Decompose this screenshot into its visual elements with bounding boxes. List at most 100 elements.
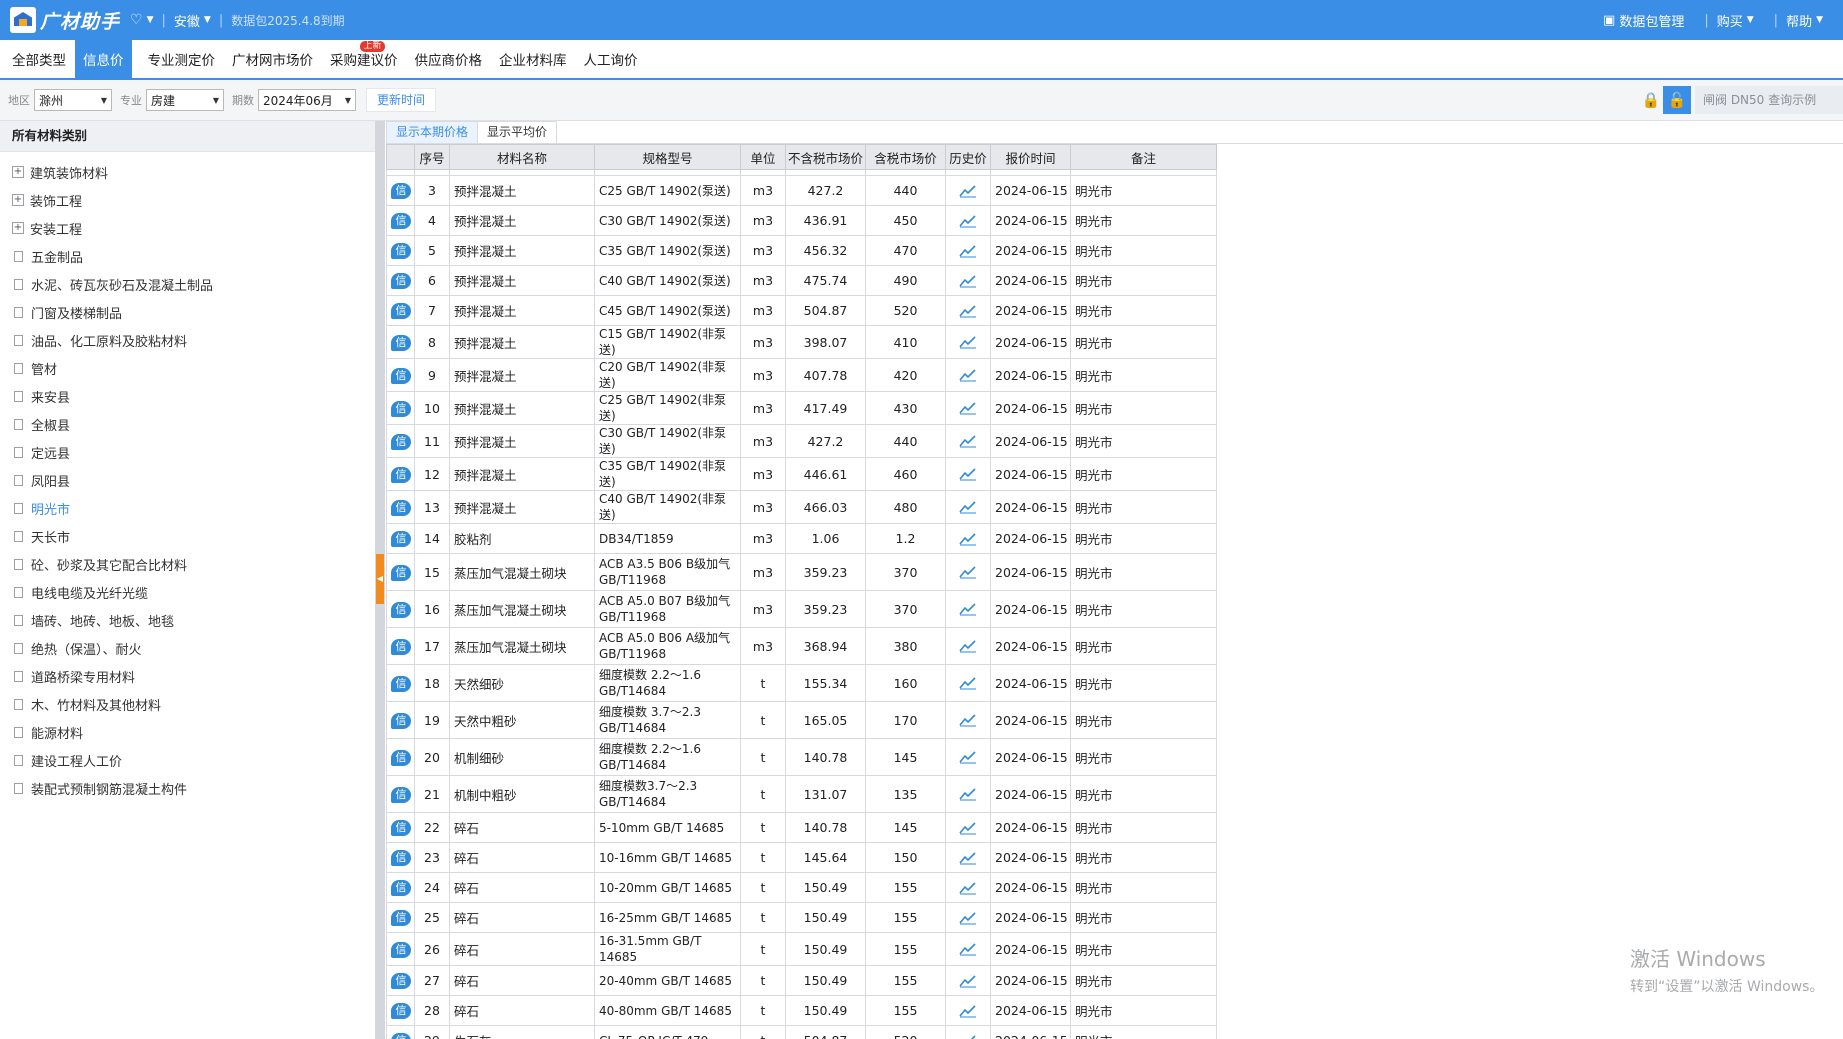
tab-purchase-suggestion[interactable]: 采购建议价 上新 bbox=[318, 40, 403, 78]
history-price-icon[interactable] bbox=[945, 424, 991, 458]
table-row[interactable]: 信 11 预拌混凝土 C30 GB/T 14902(非泵送) m3 427.2 440 202… bbox=[386, 424, 1217, 458]
history-price-icon[interactable] bbox=[945, 490, 991, 524]
favorite-heart-icon[interactable]: ♡ bbox=[130, 12, 143, 28]
header-pre-tax-price[interactable]: 不含税市场价 bbox=[785, 144, 866, 170]
update-time-button[interactable]: 更新时间 bbox=[366, 88, 437, 112]
period-select[interactable]: 2024年06月 ▼ bbox=[258, 89, 356, 111]
sidebar-item[interactable]: 装配式预制钢筋混凝土构件 bbox=[0, 774, 375, 802]
table-row[interactable]: 信 5 预拌混凝土 C35 GB/T 14902(泵送) m3 456.32 470 2024… bbox=[386, 235, 1217, 266]
sidebar-item[interactable]: 道路桥梁专用材料 bbox=[0, 662, 375, 690]
table-row[interactable]: 信 27 碎石 20-40mm GB/T 14685 t 150.49 155 2024-06… bbox=[386, 965, 1217, 996]
table-row[interactable]: 信 7 预拌混凝土 C45 GB/T 14902(泵送) m3 504.87 520 2024… bbox=[386, 295, 1217, 326]
tab-info-price[interactable]: 信息价 bbox=[75, 40, 132, 78]
history-price-icon[interactable] bbox=[945, 391, 991, 425]
tab-manual-inquiry[interactable]: 人工询价 bbox=[572, 40, 643, 78]
history-price-icon[interactable] bbox=[945, 902, 991, 933]
history-price-icon[interactable] bbox=[945, 1025, 991, 1039]
header-tax-price[interactable]: 含税市场价 bbox=[865, 144, 946, 170]
table-row[interactable]: 信 25 碎石 16-25mm GB/T 14685 t 150.49 155 2024-06… bbox=[386, 902, 1217, 933]
history-price-icon[interactable] bbox=[945, 995, 991, 1026]
header-date[interactable]: 报价时间 bbox=[990, 144, 1071, 170]
table-row[interactable]: 信 28 碎石 40-80mm GB/T 14685 t 150.49 155 2024-06… bbox=[386, 995, 1217, 1026]
history-price-icon[interactable] bbox=[945, 175, 991, 206]
table-row[interactable]: 信 3 预拌混凝土 C25 GB/T 14902(泵送) m3 427.2 440 2024-… bbox=[386, 175, 1217, 206]
plus-box-icon[interactable]: + bbox=[12, 222, 24, 234]
sidebar-item[interactable]: 定远县 bbox=[0, 438, 375, 466]
sidebar-item[interactable]: 管材 bbox=[0, 354, 375, 382]
sidebar-item[interactable]: 五金制品 bbox=[0, 242, 375, 270]
plus-box-icon[interactable]: + bbox=[12, 166, 24, 178]
tab-current-price[interactable]: 显示本期价格 bbox=[386, 121, 479, 143]
header-spec[interactable]: 规格型号 bbox=[594, 144, 741, 170]
major-select[interactable]: 房建 ▼ bbox=[146, 89, 224, 111]
sidebar-item[interactable]: + 装饰工程 bbox=[0, 186, 375, 214]
sidebar-item[interactable]: 明光市 bbox=[0, 494, 375, 522]
region-select[interactable]: 滁州 ▼ bbox=[34, 89, 112, 111]
history-price-icon[interactable] bbox=[945, 205, 991, 236]
tab-average-price[interactable]: 显示平均价 bbox=[477, 121, 558, 143]
sidebar-item[interactable]: 水泥、砖瓦灰砂石及混凝土制品 bbox=[0, 270, 375, 298]
history-price-icon[interactable] bbox=[945, 235, 991, 266]
favorite-dropdown-icon[interactable]: ▼ bbox=[147, 15, 154, 25]
sidebar-item[interactable]: 门窗及楼梯制品 bbox=[0, 298, 375, 326]
province-chevron-down-icon[interactable]: ▼ bbox=[204, 15, 211, 25]
history-price-icon[interactable] bbox=[945, 457, 991, 491]
tab-supplier-price[interactable]: 供应商价格 bbox=[403, 40, 488, 78]
sidebar-item[interactable]: 墙砖、地砖、地板、地毯 bbox=[0, 606, 375, 634]
history-price-icon[interactable] bbox=[945, 627, 991, 665]
table-row[interactable]: 信 26 碎石 16-31.5mm GB/T 14685 t 150.49 155 2024-… bbox=[386, 932, 1217, 966]
history-price-icon[interactable] bbox=[945, 932, 991, 966]
table-row[interactable]: 信 12 预拌混凝土 C35 GB/T 14902(非泵送) m3 446.61 460 20… bbox=[386, 457, 1217, 491]
header-unit[interactable]: 单位 bbox=[740, 144, 786, 170]
lock-icon[interactable]: 🔒 bbox=[1639, 88, 1663, 112]
table-row[interactable]: 信 23 碎石 10-16mm GB/T 14685 t 145.64 150 2024-06… bbox=[386, 842, 1217, 873]
history-price-icon[interactable] bbox=[945, 842, 991, 873]
table-row[interactable]: 信 16 蒸压加气混凝土砌块 ACB A5.0 B07 B级加气 GB/T11968 m… bbox=[386, 590, 1217, 628]
sidebar-item[interactable]: + 安装工程 bbox=[0, 214, 375, 242]
sidebar-item[interactable]: 电线电缆及光纤光缆 bbox=[0, 578, 375, 606]
table-row[interactable]: 信 18 天然细砂 细度模数 2.2～1.6 GB/T14684 t 155.34 160 2… bbox=[386, 664, 1217, 702]
sidebar-item[interactable]: 凤阳县 bbox=[0, 466, 375, 494]
package-management-button[interactable]: ▣ 数据包管理 bbox=[1603, 11, 1684, 30]
header-history[interactable]: 历史价 bbox=[945, 144, 991, 170]
table-row[interactable]: 信 15 蒸压加气混凝土砌块 ACB A3.5 B06 B级加气 GB/T11968 m… bbox=[386, 553, 1217, 591]
history-price-icon[interactable] bbox=[945, 523, 991, 554]
table-row[interactable]: 信 4 预拌混凝土 C30 GB/T 14902(泵送) m3 436.91 450 2024… bbox=[386, 205, 1217, 236]
sidebar-item[interactable]: 油品、化工原料及胶粘材料 bbox=[0, 326, 375, 354]
tab-professional-price[interactable]: 专业测定价 bbox=[136, 40, 221, 78]
unlock-icon[interactable]: 🔓 bbox=[1663, 86, 1691, 114]
history-price-icon[interactable] bbox=[945, 590, 991, 628]
plus-box-icon[interactable]: + bbox=[12, 194, 24, 206]
table-row[interactable]: 信 8 预拌混凝土 C15 GB/T 14902(非泵送) m3 398.07 410 202… bbox=[386, 325, 1217, 359]
history-price-icon[interactable] bbox=[945, 325, 991, 359]
sidebar-item[interactable]: 砼、砂浆及其它配合比材料 bbox=[0, 550, 375, 578]
history-price-icon[interactable] bbox=[945, 358, 991, 392]
sidebar-item[interactable]: 木、竹材料及其他材料 bbox=[0, 690, 375, 718]
table-row[interactable]: 信 10 预拌混凝土 C25 GB/T 14902(非泵送) m3 417.49 430 20… bbox=[386, 391, 1217, 425]
sidebar-item[interactable]: 来安县 bbox=[0, 382, 375, 410]
sidebar-item[interactable]: + 建筑装饰材料 bbox=[0, 158, 375, 186]
tab-all-types[interactable]: 全部类型 bbox=[0, 40, 71, 78]
history-price-icon[interactable] bbox=[945, 553, 991, 591]
sidebar-item[interactable]: 全椒县 bbox=[0, 410, 375, 438]
table-row[interactable]: 信 14 胶粘剂 DB34/T1859 m3 1.06 1.2 2024-06-15 明光市 bbox=[386, 523, 1217, 554]
sidebar-item[interactable]: 能源材料 bbox=[0, 718, 375, 746]
header-name[interactable]: 材料名称 bbox=[449, 144, 595, 170]
table-row[interactable]: 信 20 机制细砂 细度模数 2.2～1.6 GB/T14684 t 140.78 145 2… bbox=[386, 738, 1217, 776]
history-price-icon[interactable] bbox=[945, 738, 991, 776]
history-price-icon[interactable] bbox=[945, 701, 991, 739]
help-menu[interactable]: | 帮助 ▼ bbox=[1774, 11, 1823, 30]
sidebar-item[interactable]: 建设工程人工价 bbox=[0, 746, 375, 774]
table-row[interactable]: 信 17 蒸压加气混凝土砌块 ACB A5.0 B06 A级加气 GB/T11968 m… bbox=[386, 627, 1217, 665]
history-price-icon[interactable] bbox=[945, 965, 991, 996]
header-note[interactable]: 备注 bbox=[1070, 144, 1217, 170]
history-price-icon[interactable] bbox=[945, 295, 991, 326]
history-price-icon[interactable] bbox=[945, 812, 991, 843]
table-row[interactable]: 信 9 预拌混凝土 C20 GB/T 14902(非泵送) m3 407.78 420 202… bbox=[386, 358, 1217, 392]
material-search-input[interactable]: 闸阀 DN50 查询示例 bbox=[1695, 86, 1843, 114]
table-row[interactable]: 信 24 碎石 10-20mm GB/T 14685 t 150.49 155 2024-06… bbox=[386, 872, 1217, 903]
buy-menu[interactable]: | 购买 ▼ bbox=[1704, 11, 1753, 30]
sidebar-item[interactable]: 天长市 bbox=[0, 522, 375, 550]
province-select[interactable]: 安徽 bbox=[174, 11, 200, 30]
history-price-icon[interactable] bbox=[945, 775, 991, 813]
